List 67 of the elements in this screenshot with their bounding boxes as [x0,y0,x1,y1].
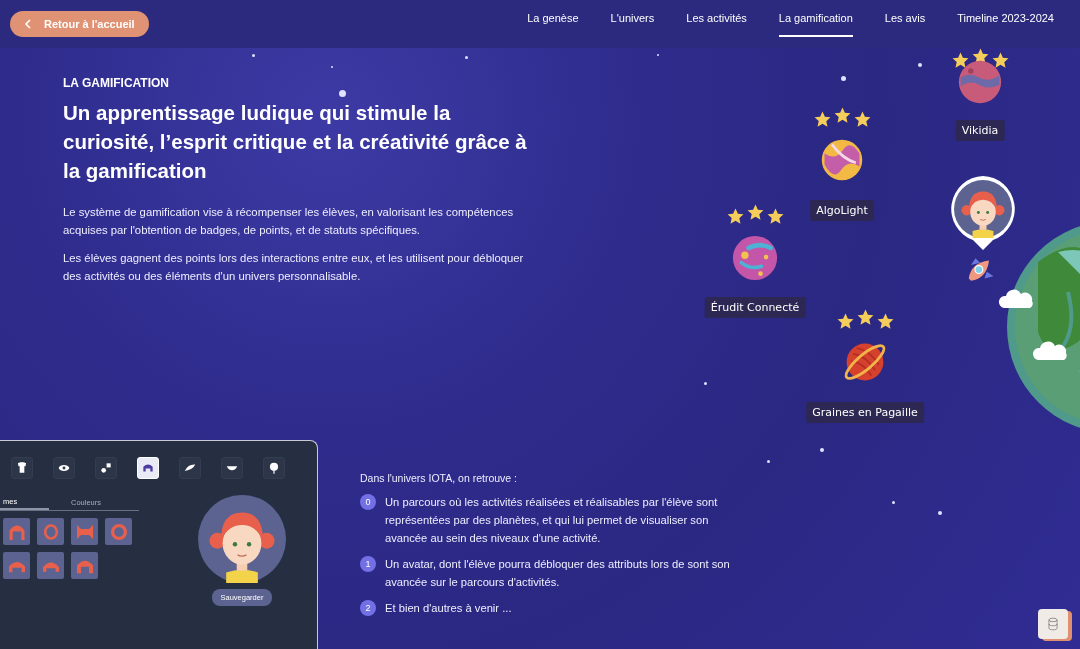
balloon-icon [267,461,281,475]
pieces-icon [99,461,113,475]
nav-link[interactable]: La gamification [762,0,869,48]
toolbar-button[interactable] [53,457,75,479]
hair-icon [8,523,25,540]
toolbar-button[interactable] [95,457,117,479]
toolbar-button[interactable] [263,457,285,479]
toolbar-button[interactable] [221,457,243,479]
nav-link[interactable]: La genèse [511,0,595,48]
planet-icon [819,137,865,183]
paragraph: Les élèves gagnent des points lors des interactions entre eux, et les utilisent pour débloquer des activités ou des éléments d'un univers personnalisable. [63,251,525,284]
star-icon [951,51,970,70]
toolbar-button[interactable] [179,457,201,479]
star-dot [938,511,942,515]
number-badge: 1 [360,556,376,572]
headline: Un apprentissage ludique qui stimule la curiosité, l’esprit critique et la créativité grâce à la gamification [63,100,528,184]
toolbar-button[interactable] [11,457,33,479]
hair-option[interactable] [3,518,30,545]
hair-option[interactable] [71,552,98,579]
planet-label: Érudit Connecté [704,297,806,318]
paragraph: Le système de gamification vise à récompenser les élèves, en valorisant les compétences acquises par l'obtention de badges, de points, et de statuts spécifiques. [63,205,515,238]
nav-link[interactable]: Les activités [670,0,763,48]
number-badge: 2 [360,600,376,616]
star-icon [991,51,1010,70]
star-dot [918,63,922,67]
number-badge: 0 [360,494,376,510]
database-icon [1046,617,1060,631]
hair-icon [42,523,59,540]
hair-option[interactable] [105,518,132,545]
chevron-left-icon [24,19,32,29]
star-icon [833,106,852,125]
star-dot [840,75,846,81]
list-item-text: Un avatar, dont l'élève pourra débloquer des attributs lors de sont son avancée sur le parcours d'activités. [385,557,730,590]
star-dot [766,459,770,463]
star-icon [856,308,875,327]
star-icon [746,203,765,222]
list-item-text: Un parcours où les activités réalisées et réalisables par l'élève sont représentées par des planètes, et qui lui permet de visualiser son avancée au sein des niveaux d'une activité. [385,495,719,546]
nav-link[interactable]: L'univers [594,0,671,48]
hair-option[interactable] [71,518,98,545]
star-icon [766,207,785,226]
intro-text: Dans l'univers IOTA, on retrouve : [360,472,519,484]
star-dot [891,500,895,504]
hair-icon [110,523,127,540]
nav-link[interactable]: Les avis [868,0,942,48]
star-dot [338,89,346,97]
shirt-icon [15,461,29,475]
hair-icon [76,523,93,540]
star-dot [251,53,255,57]
star-dot [703,381,707,385]
hair-option[interactable] [37,552,64,579]
star-dot [820,448,824,452]
planet-icon [732,235,778,281]
star-icon [836,312,855,331]
star-icon [876,312,895,331]
list-item-text: Et bien d'autres à venir ... [385,601,512,616]
hair-option[interactable] [3,552,30,579]
planet-label: Graines en Pagaille [806,402,924,423]
star-icon [813,110,832,129]
planet-label: Vikidia [955,120,1005,141]
nav-link[interactable]: Timeline 2023-2024 [941,0,1070,48]
star-dot [464,55,468,59]
planet-icon [957,59,1003,105]
star-icon [726,207,745,226]
section-label: LA GAMIFICATION [63,76,169,90]
star-icon [853,110,872,129]
planet-label: AlgoLight [810,200,874,221]
hair-option[interactable] [37,518,64,545]
